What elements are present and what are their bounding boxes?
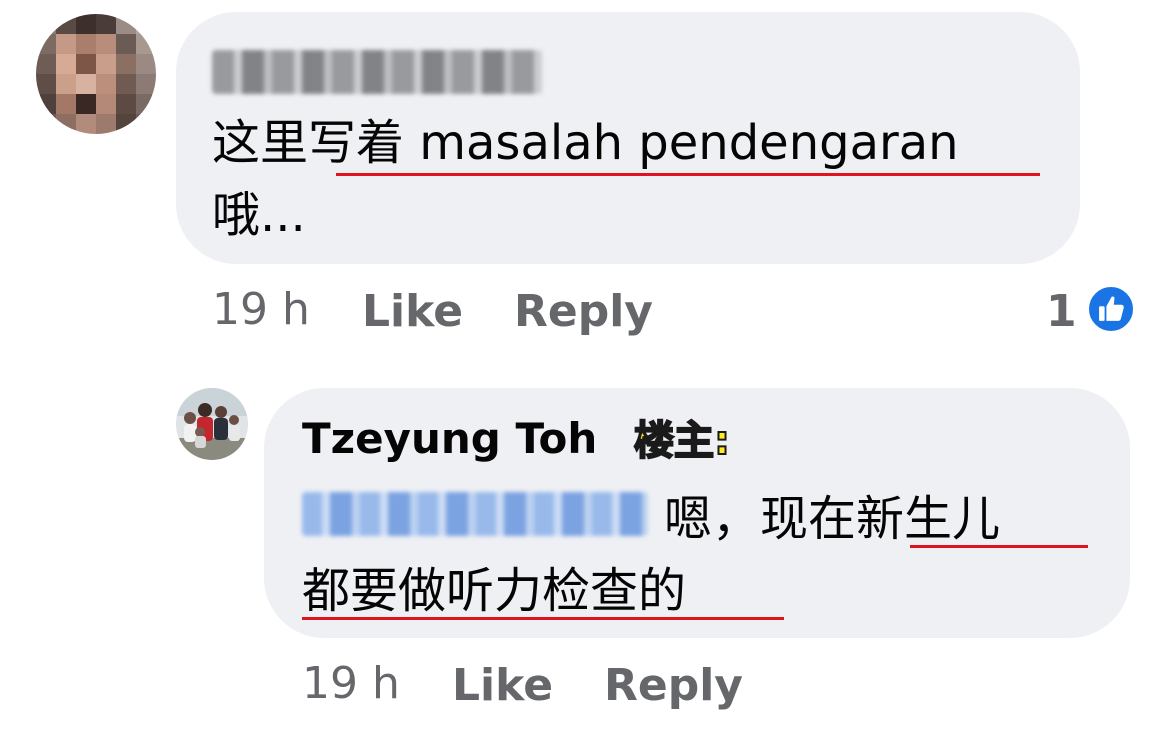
reply-text-line: 都要做听力检查的 [302,563,687,619]
thumbs-up-icon[interactable] [1086,284,1136,334]
commenter-avatar-blurred[interactable] [36,14,156,134]
reply-text-line: 嗯，现在新生儿 [664,491,1001,547]
text-underline-mark [336,173,1040,176]
comment-timestamp[interactable]: 19 h [212,284,310,335]
reply-timestamp[interactable]: 19 h [302,658,400,709]
commenter-name-blurred[interactable] [212,50,542,94]
text-underline-mark [910,545,1088,548]
reply-button[interactable]: Reply [514,286,653,337]
reaction-count[interactable]: 1 [1046,286,1077,337]
comment-text-line: 哦... [212,187,306,243]
comment-text-line: 这里写着 masalah pendengaran [212,115,959,171]
reply-author-name[interactable]: Tzeyung Toh [302,414,597,463]
author-avatar[interactable] [176,388,248,460]
text-underline-mark [302,617,784,620]
mention-tag-blurred[interactable] [302,492,648,536]
reply-button[interactable]: Reply [604,660,743,711]
like-button[interactable]: Like [362,286,463,337]
thread-owner-tag: 楼主: [633,417,731,465]
like-button[interactable]: Like [452,660,553,711]
